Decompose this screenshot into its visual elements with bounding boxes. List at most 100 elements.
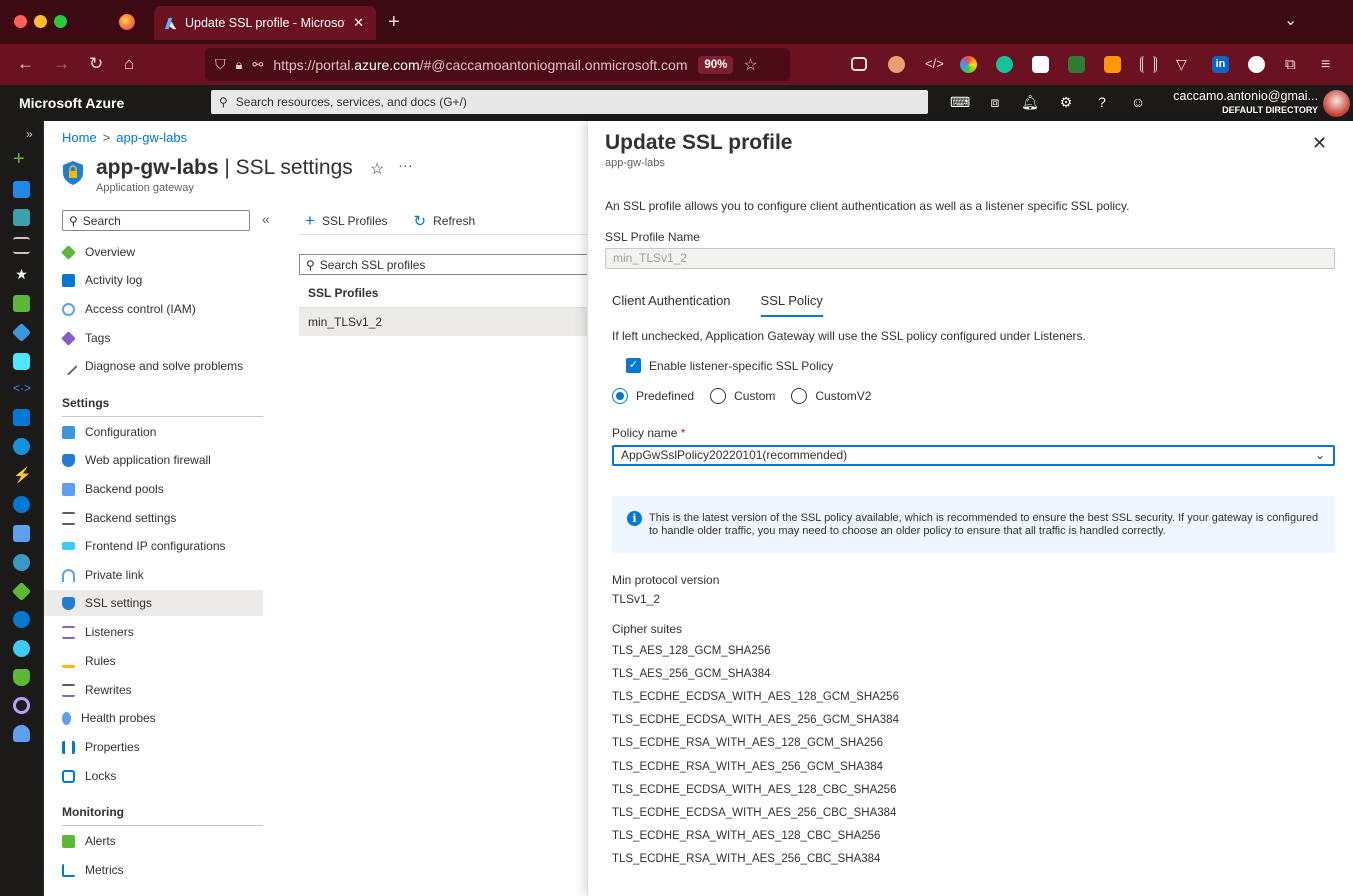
sidebar-item-listeners[interactable]: Listeners — [62, 619, 262, 645]
network-icon[interactable] — [11, 581, 32, 602]
feedback-icon[interactable]: ☺ — [1129, 94, 1147, 112]
sidebar-item-access-control[interactable]: Access control (IAM) — [62, 296, 262, 322]
radio-circle[interactable] — [791, 388, 808, 404]
url-text[interactable]: https://portal.azure.com/#@caccamoantoni… — [273, 57, 688, 73]
table-row[interactable]: min_TLSv1_2 — [299, 308, 587, 336]
vue-icon[interactable]: ▽ — [1176, 56, 1193, 73]
minimize-window-button[interactable] — [34, 15, 47, 28]
home-icon[interactable]: ⌂ — [124, 54, 134, 74]
radio-predefined[interactable]: Predefined — [612, 388, 694, 404]
tab-ssl-policy[interactable]: SSL Policy — [760, 293, 824, 317]
code-icon[interactable]: </> — [925, 56, 944, 73]
radio-custom[interactable]: Custom — [710, 388, 775, 404]
sidebar-item-properties[interactable]: Properties — [62, 734, 262, 760]
advisor-icon[interactable] — [13, 697, 30, 714]
resource-groups-icon[interactable] — [11, 322, 32, 343]
home-rail-icon[interactable] — [13, 181, 30, 198]
grammarly-icon[interactable] — [996, 56, 1013, 73]
user-icon[interactable] — [13, 725, 30, 742]
sidebar-item-diagnose[interactable]: Diagnose and solve problems — [59, 353, 262, 379]
account-info[interactable]: caccamo.antonio@gmai... DEFAULT DIRECTOR… — [1160, 89, 1318, 115]
expand-menu-icon[interactable]: » — [26, 127, 33, 141]
radio-circle-selected[interactable] — [612, 388, 628, 404]
global-search-input[interactable]: ⚲ Search resources, services, and docs (… — [211, 90, 928, 114]
directory-filter-icon[interactable]: ⧈ — [986, 94, 1004, 112]
avatar[interactable] — [1323, 90, 1350, 117]
create-resource-icon[interactable]: + — [13, 149, 30, 169]
extension-bars-icon[interactable] — [1140, 56, 1157, 73]
refresh-button[interactable]: ↻ Refresh — [414, 211, 476, 231]
radio-customv2[interactable]: CustomV2 — [791, 388, 871, 404]
table-header-ssl-profiles[interactable]: SSL Profiles — [308, 286, 378, 300]
radio-circle[interactable] — [710, 388, 727, 404]
close-tab-icon[interactable]: ✕ — [353, 15, 364, 31]
tab-client-authentication[interactable]: Client Authentication — [612, 293, 731, 308]
settings-gear-icon[interactable]: ⚙ — [1057, 94, 1075, 112]
new-tab-icon[interactable]: + — [388, 11, 400, 34]
sidebar-item-health-probes[interactable]: Health probes — [62, 705, 262, 731]
lock-icon[interactable]: 🔒︎ — [236, 57, 243, 73]
favorites-star-icon[interactable]: ★ — [13, 266, 30, 283]
ssl-profiles-search-input[interactable]: ⚲ Search SSL profiles — [299, 254, 587, 275]
more-options-icon[interactable]: ··· — [398, 157, 413, 174]
sidebar-item-rules[interactable]: Rules — [62, 648, 262, 674]
color-picker-icon[interactable] — [960, 56, 977, 73]
security-center-icon[interactable] — [13, 669, 30, 686]
azure-brand[interactable]: Microsoft Azure — [19, 95, 124, 111]
reload-icon[interactable]: ↻ — [89, 54, 103, 74]
back-arrow-icon[interactable]: ← — [17, 54, 34, 74]
sql-icon[interactable] — [13, 438, 30, 455]
breadcrumb-home[interactable]: Home — [62, 130, 97, 145]
sidebar-item-tags[interactable]: Tags — [61, 325, 262, 351]
lightning-icon[interactable]: ⚡ — [13, 467, 32, 484]
hamburger-menu-icon[interactable]: ≡ — [1321, 56, 1338, 73]
ssl-profile-name-field[interactable]: min_TLSv1_2 — [605, 248, 1335, 269]
close-window-button[interactable] — [14, 15, 27, 28]
sidebar-item-metrics[interactable]: Metrics — [62, 857, 262, 883]
sidebar-item-waf[interactable]: Web application firewall — [62, 447, 262, 473]
zoom-level-badge[interactable]: 90% — [698, 55, 734, 74]
all-resources-icon[interactable] — [13, 295, 30, 312]
extension-circle-icon[interactable] — [1248, 56, 1265, 73]
url-bar[interactable]: ⛉ 🔒︎ ⚯ https://portal.azure.com/#@caccam… — [205, 48, 790, 81]
sidebar-item-overview[interactable]: Overview — [61, 239, 262, 265]
function-app-icon[interactable]: <·> — [13, 381, 31, 398]
sql-database-icon[interactable] — [13, 496, 30, 513]
enable-listener-ssl-policy-label[interactable]: Enable listener-specific SSL Policy — [649, 359, 833, 373]
breadcrumb-resource[interactable]: app-gw-labs — [116, 130, 187, 145]
sidebar-item-alerts[interactable]: Alerts — [62, 828, 262, 854]
chevron-down-icon[interactable]: ⌄ — [1284, 10, 1297, 30]
extension-g-icon[interactable] — [1104, 56, 1121, 73]
virtual-machines-icon[interactable] — [13, 409, 30, 426]
app-services-icon[interactable] — [13, 353, 30, 370]
extension-ae-icon[interactable] — [1032, 56, 1049, 73]
maximize-window-button[interactable] — [54, 15, 67, 28]
cosmos-icon[interactable] — [13, 554, 30, 571]
sidebar-item-locks[interactable]: Locks — [62, 763, 262, 789]
linkedin-icon[interactable]: in — [1212, 56, 1229, 73]
sidebar-item-activity-log[interactable]: Activity log — [62, 267, 262, 293]
enable-listener-ssl-policy-checkbox[interactable]: ✓ — [626, 358, 641, 373]
policy-name-dropdown[interactable]: AppGwSslPolicy20220101(recommended) ⌄ — [612, 445, 1335, 466]
sidebar-item-configuration[interactable]: Configuration — [62, 419, 262, 445]
ssl-profiles-button[interactable]: + SSL Profiles — [305, 211, 388, 231]
sidebar-item-private-link[interactable]: Private link — [62, 562, 262, 588]
shield-icon[interactable]: ⛉ — [215, 56, 226, 73]
sidebar-search-input[interactable]: ⚲ Search — [62, 210, 250, 231]
storage-icon[interactable] — [13, 525, 30, 542]
sidebar-item-ssl-settings[interactable]: SSL settings — [44, 590, 263, 616]
bookmark-star-icon[interactable]: ☆ — [743, 55, 757, 75]
pocket-icon[interactable] — [851, 57, 867, 71]
notifications-bell-icon[interactable]: 🔔︎ — [1021, 94, 1039, 112]
cloud-icon[interactable] — [13, 640, 30, 657]
all-services-icon[interactable] — [13, 237, 30, 254]
chevron-down-icon[interactable]: ⌄ — [1315, 447, 1325, 464]
help-icon[interactable]: ? — [1093, 94, 1111, 112]
browser-tab[interactable]: Update SSL profile - Microsoft Azure ✕ — [154, 6, 376, 40]
sidebar-item-frontend-ip[interactable]: Frontend IP configurations — [62, 533, 262, 559]
monitor-icon[interactable] — [13, 611, 30, 628]
sidebar-item-backend-pools[interactable]: Backend pools — [62, 476, 262, 502]
extensions-puzzle-icon[interactable]: ⧉ — [1285, 56, 1302, 73]
extension-wa-icon[interactable] — [1068, 56, 1085, 73]
close-icon[interactable]: ✕ — [1312, 133, 1327, 154]
